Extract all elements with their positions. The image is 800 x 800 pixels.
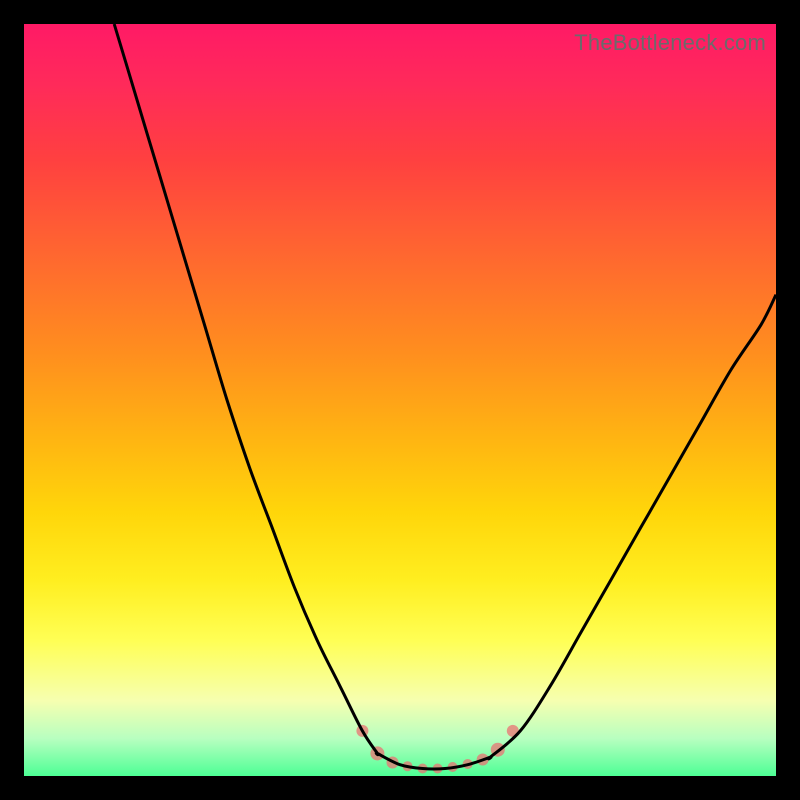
chart-frame: TheBottleneck.com	[0, 0, 800, 800]
bottleneck-curve	[114, 24, 776, 769]
plot-area: TheBottleneck.com	[24, 24, 776, 776]
marker-group	[356, 725, 518, 774]
curve-layer	[24, 24, 776, 776]
